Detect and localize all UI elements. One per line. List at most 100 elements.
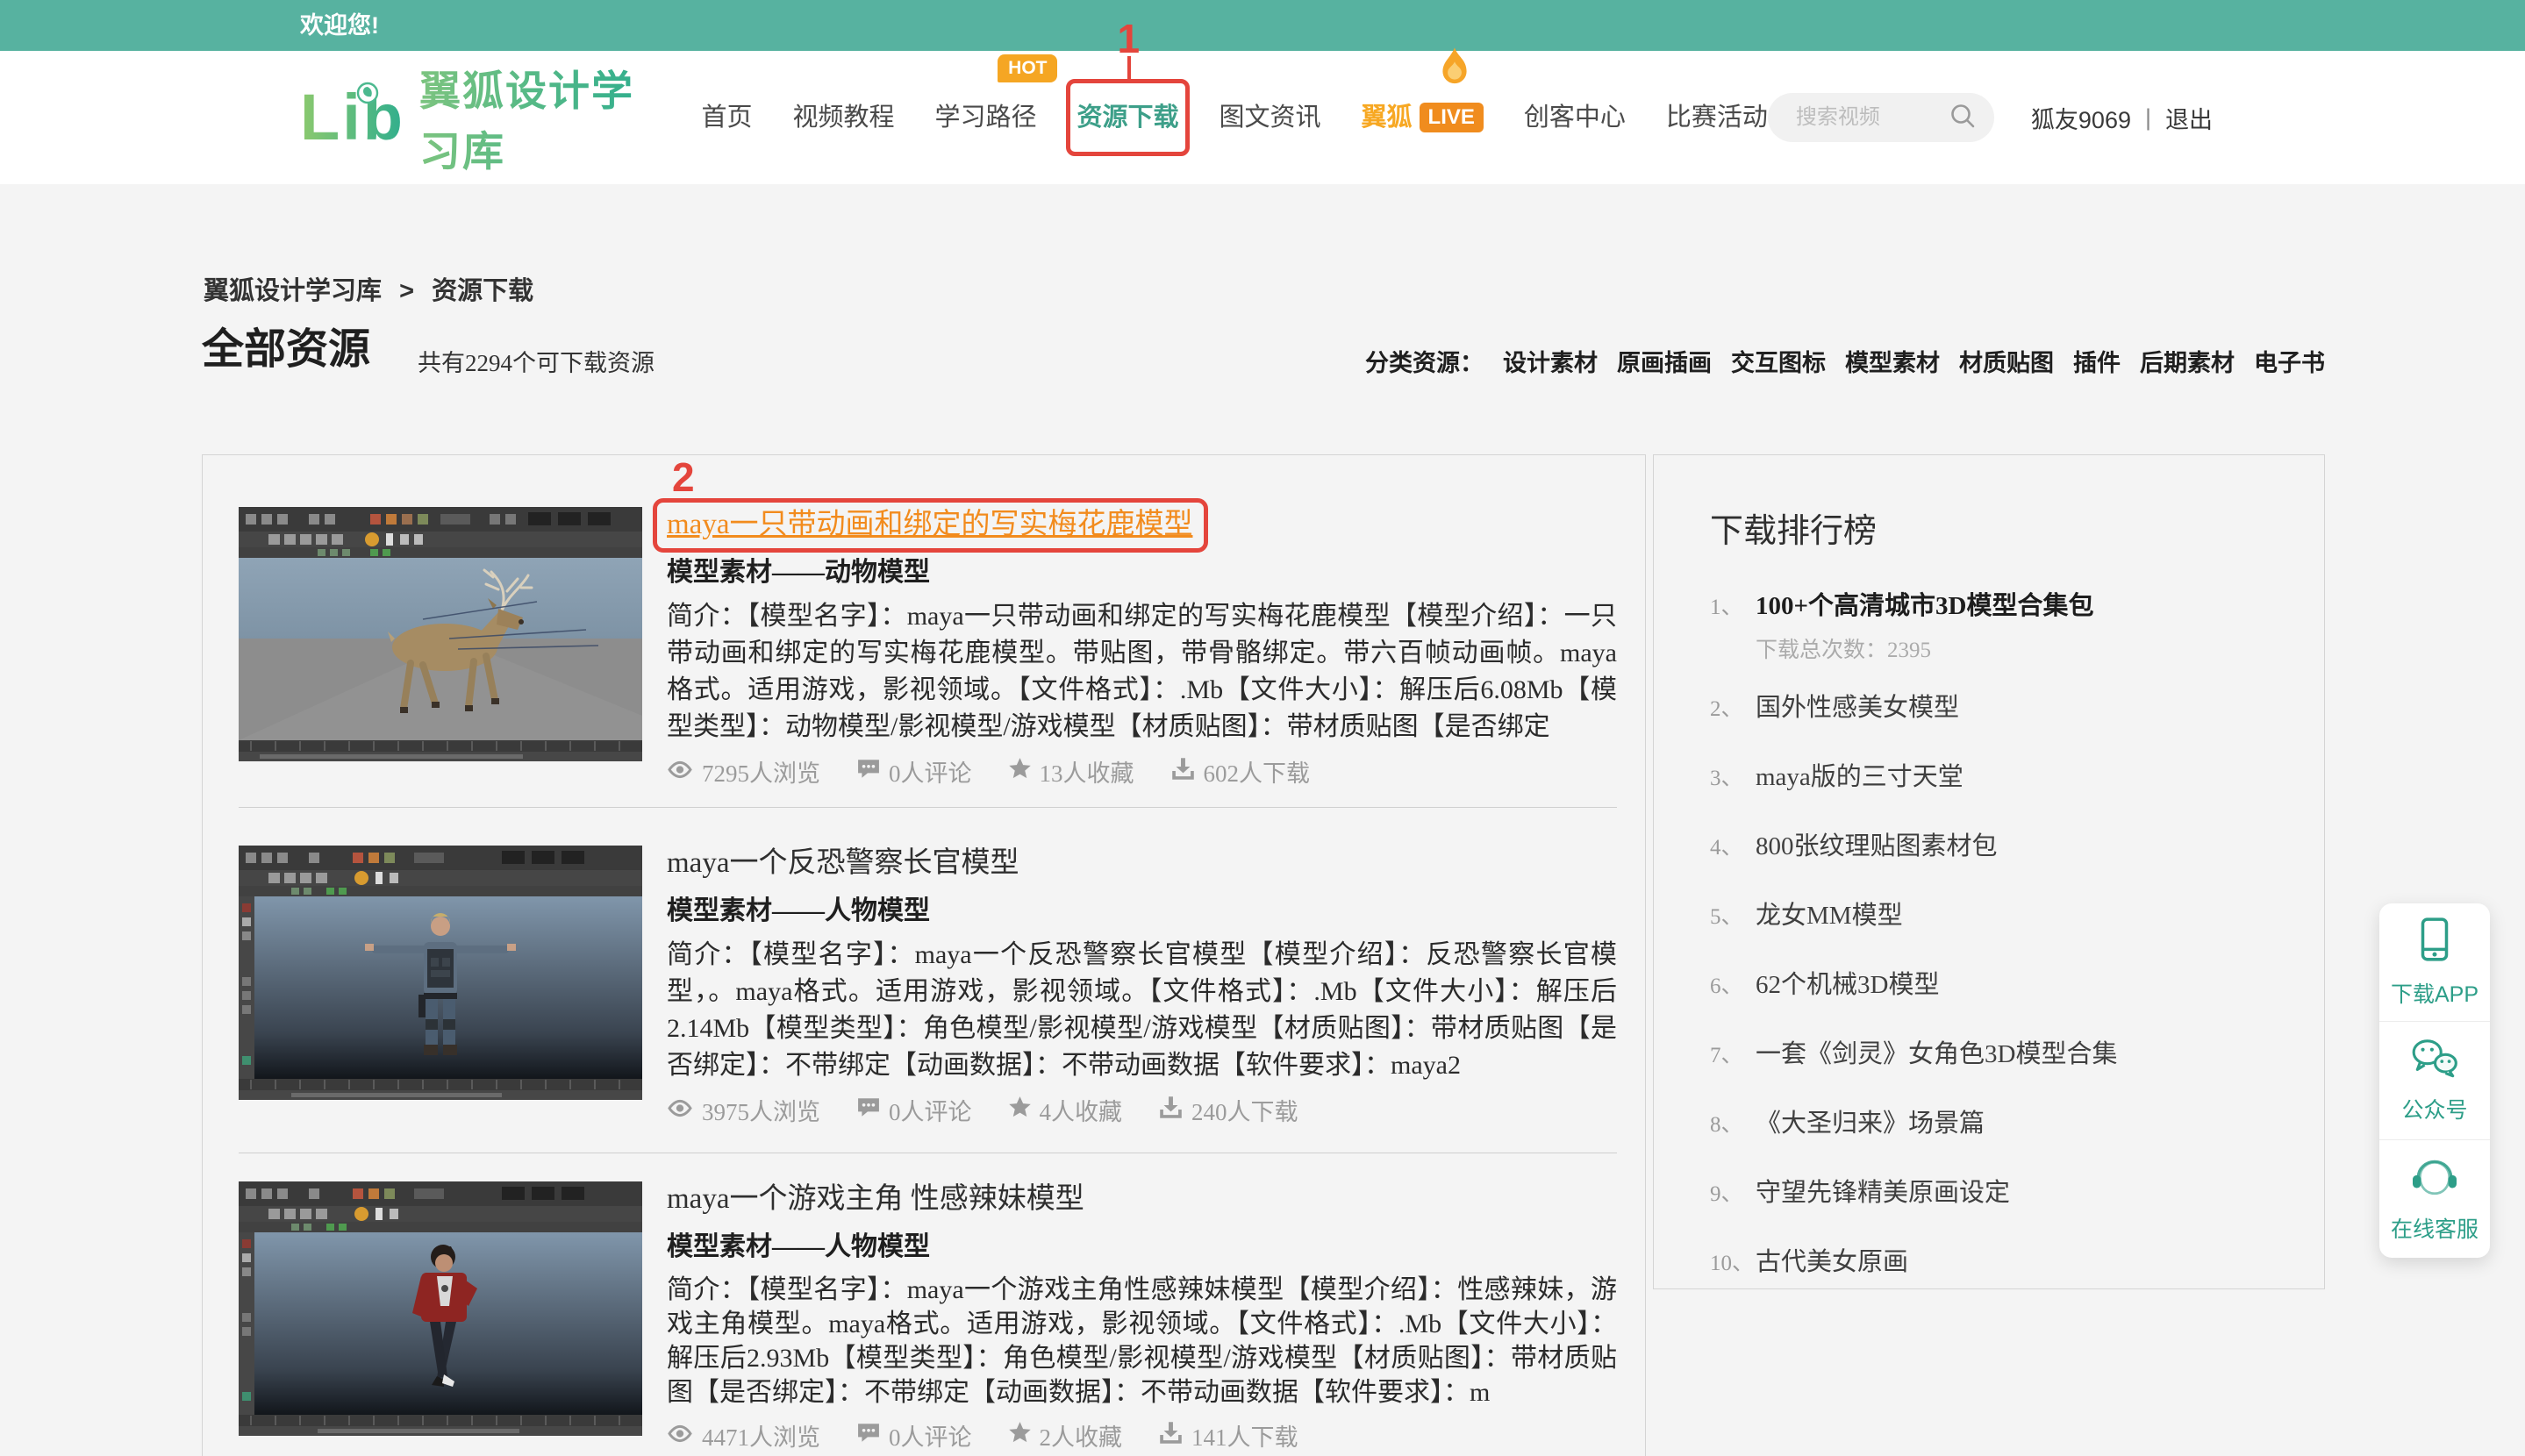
views-count: 3975人浏览 bbox=[702, 1099, 820, 1125]
nav-item-home[interactable]: 首页 bbox=[701, 100, 752, 135]
category-ui-icon[interactable]: 交互图标 bbox=[1731, 344, 1826, 378]
favorites-count: 13人收藏 bbox=[1039, 760, 1134, 787]
views-count: 4471人浏览 bbox=[702, 1424, 820, 1451]
search-icon[interactable] bbox=[1949, 102, 1977, 134]
rank-number: 6、 bbox=[1710, 974, 1743, 998]
download-app-label: 下载APP bbox=[2390, 981, 2479, 1007]
ranking-item-3[interactable]: 3、 maya版的三寸天堂 bbox=[1710, 760, 2268, 796]
comments-stat: 0人评论 bbox=[857, 754, 972, 789]
views-icon bbox=[667, 1096, 693, 1124]
rank-text[interactable]: 100+个高清城市3D模型合集包 bbox=[1756, 589, 2093, 624]
views-stat: 3975人浏览 bbox=[667, 1093, 820, 1127]
nav-item-live[interactable]: 翼狐 LIVE bbox=[1361, 47, 1484, 135]
nav-item-resource-download[interactable]: 资源下载 1 bbox=[1066, 18, 1190, 156]
rank-download-count: 下载总次数：2395 bbox=[1756, 639, 1932, 662]
rank-text[interactable]: 62个机械3D模型 bbox=[1756, 967, 1939, 1003]
nav-item-learning-path[interactable]: 学习路径 HOT bbox=[934, 54, 1058, 135]
rank-text[interactable]: 龙女MM模型 bbox=[1756, 898, 1903, 933]
favorites-icon bbox=[1008, 758, 1031, 785]
downloads-icon bbox=[1159, 1096, 1183, 1124]
rank-text[interactable]: 《大圣归来》场景篇 bbox=[1756, 1106, 1985, 1141]
page: 欢迎您! Lib 翼狐设计学习库 首页 视频教程 学习路径 HOT 资源下载 1 bbox=[0, 0, 2525, 1456]
rank-text[interactable]: 一套《剑灵》女角色3D模型合集 bbox=[1756, 1037, 2117, 1072]
list-item: maya一个游戏主角 性感辣妹模型 模型素材——人物模型 简介：【模型名字】：m… bbox=[239, 1181, 1617, 1452]
comments-stat: 0人评论 bbox=[857, 1418, 972, 1452]
ranking-item-5[interactable]: 5、 龙女MM模型 bbox=[1710, 898, 2268, 935]
username[interactable]: 狐友9069 bbox=[2031, 101, 2131, 135]
wechat-official-button[interactable]: 公众号 bbox=[2379, 1022, 2490, 1140]
comments-stat: 0人评论 bbox=[857, 1093, 972, 1127]
ranking-item-10[interactable]: 10、 古代美女原画 bbox=[1710, 1245, 2268, 1281]
wechat-label: 公众号 bbox=[2401, 1097, 2468, 1123]
category-post[interactable]: 后期素材 bbox=[2140, 344, 2235, 378]
annotation-line-1 bbox=[1127, 56, 1132, 81]
category-model[interactable]: 模型素材 bbox=[1845, 344, 1940, 378]
header-right: 狐友9069 | 退出 bbox=[1767, 93, 2213, 142]
resource-title-link[interactable]: maya一只带动画和绑定的写实梅花鹿模型 bbox=[667, 509, 1192, 540]
downloads-icon bbox=[1171, 757, 1195, 786]
resource-thumbnail-heroine[interactable] bbox=[239, 1181, 642, 1436]
downloads-count: 602人下载 bbox=[1203, 760, 1311, 787]
annotation-number-1: 1 bbox=[1117, 16, 1141, 61]
resource-description: 简介：【模型名字】：maya一个游戏主角性感辣妹模型【模型介绍】：性感辣妹，游戏… bbox=[667, 1275, 1617, 1407]
resource-stats: 3975人浏览 0人评论 4人收藏 240人下载 bbox=[667, 1093, 1617, 1127]
online-service-button[interactable]: 在线客服 bbox=[2379, 1140, 2490, 1258]
ranking-item-1[interactable]: 1、 100+个高清城市3D模型合集包 bbox=[1710, 589, 2268, 625]
category-ebook[interactable]: 电子书 bbox=[2254, 344, 2325, 378]
ranking-item-4[interactable]: 4、 800张纹理贴图素材包 bbox=[1710, 829, 2268, 866]
category-label: 分类资源： bbox=[1365, 350, 1484, 376]
resource-title-link[interactable]: maya一个反恐警察长官模型 bbox=[667, 847, 1019, 879]
resource-title: maya一个反恐警察长官模型 bbox=[667, 846, 1617, 881]
favorites-count: 4人收藏 bbox=[1039, 1099, 1123, 1125]
rank-text[interactable]: 800张纹理贴图素材包 bbox=[1756, 829, 1998, 864]
resource-stats: 4471人浏览 0人评论 2人收藏 141人下载 bbox=[667, 1418, 1617, 1452]
logout-link[interactable]: 退出 bbox=[2165, 101, 2213, 135]
resource-count: 共有2294个可下载资源 bbox=[418, 350, 654, 376]
rank-text[interactable]: 古代美女原画 bbox=[1756, 1245, 1908, 1280]
live-prefix: 翼狐 bbox=[1361, 103, 1413, 132]
welcome-text: 欢迎您! bbox=[300, 12, 379, 39]
resource-title: maya一个游戏主角 性感辣妹模型 bbox=[667, 1181, 1617, 1217]
nav-item-contest[interactable]: 比赛活动 bbox=[1666, 100, 1768, 135]
nav-item-label: 学习路径 bbox=[934, 103, 1037, 132]
ranking-item-8[interactable]: 8、 《大圣归来》场景篇 bbox=[1710, 1106, 2268, 1143]
rank-text[interactable]: maya版的三寸天堂 bbox=[1756, 760, 1963, 795]
nav-item-news[interactable]: 图文资讯 bbox=[1220, 100, 1321, 135]
ranking-item-9[interactable]: 9、 守望先锋精美原画设定 bbox=[1710, 1175, 2268, 1212]
list-item: 2 maya一只带动画和绑定的写实梅花鹿模型 模型素材——动物模型 简介：【模型… bbox=[239, 457, 1617, 789]
site-logo[interactable]: Lib 翼狐设计学习库 bbox=[300, 57, 647, 178]
ranking-title: 下载排行榜 bbox=[1710, 513, 1878, 550]
breadcrumb-root[interactable]: 翼狐设计学习库 bbox=[204, 277, 382, 305]
main-nav: 首页 视频教程 学习路径 HOT 资源下载 1 图文资讯 翼狐 LIVE 创客中… bbox=[701, 18, 1768, 156]
online-service-label: 在线客服 bbox=[2390, 1217, 2479, 1242]
floating-toolbar: 下载APP 公众号 在线客服 bbox=[2379, 903, 2490, 1258]
category-texture[interactable]: 材质贴图 bbox=[1959, 344, 2054, 378]
category-plugin[interactable]: 插件 bbox=[2073, 344, 2121, 378]
resource-info: maya一个游戏主角 性感辣妹模型 模型素材——人物模型 简介：【模型名字】：m… bbox=[667, 1181, 1617, 1452]
category-illustration[interactable]: 原画插画 bbox=[1617, 344, 1712, 378]
logo-mark: Lib bbox=[300, 81, 405, 153]
favorites-stat: 2人收藏 bbox=[1008, 1418, 1122, 1452]
rank-text[interactable]: 守望先锋精美原画设定 bbox=[1756, 1175, 2010, 1210]
ranking-item-7[interactable]: 7、 一套《剑灵》女角色3D模型合集 bbox=[1710, 1037, 2268, 1074]
comments-icon bbox=[857, 758, 880, 785]
nav-item-video[interactable]: 视频教程 bbox=[792, 100, 894, 135]
download-app-button[interactable]: 下载APP bbox=[2379, 903, 2490, 1022]
resource-thumbnail-deer[interactable] bbox=[239, 507, 642, 761]
nav-item-maker-center[interactable]: 创客中心 bbox=[1524, 100, 1626, 135]
user-info: 狐友9069 | 退出 bbox=[2031, 101, 2213, 135]
search-box[interactable] bbox=[1767, 93, 1994, 142]
ranking-item-2[interactable]: 2、 国外性感美女模型 bbox=[1710, 690, 2268, 727]
rank-text[interactable]: 国外性感美女模型 bbox=[1756, 690, 1959, 725]
views-stat: 7295人浏览 bbox=[667, 754, 820, 789]
rank-number: 10、 bbox=[1710, 1252, 1755, 1275]
category-design[interactable]: 设计素材 bbox=[1503, 344, 1598, 378]
resource-title-link[interactable]: maya一个游戏主角 性感辣妹模型 bbox=[667, 1183, 1084, 1215]
downloads-stat: 240人下载 bbox=[1159, 1093, 1298, 1127]
ranking-item-6[interactable]: 6、 62个机械3D模型 bbox=[1710, 967, 2268, 1004]
resource-thumbnail-officer[interactable] bbox=[239, 846, 642, 1100]
rank-number: 2、 bbox=[1710, 697, 1743, 721]
logo-leaf-icon bbox=[356, 82, 379, 109]
search-input[interactable] bbox=[1793, 104, 1949, 131]
downloads-count: 141人下载 bbox=[1191, 1424, 1298, 1451]
